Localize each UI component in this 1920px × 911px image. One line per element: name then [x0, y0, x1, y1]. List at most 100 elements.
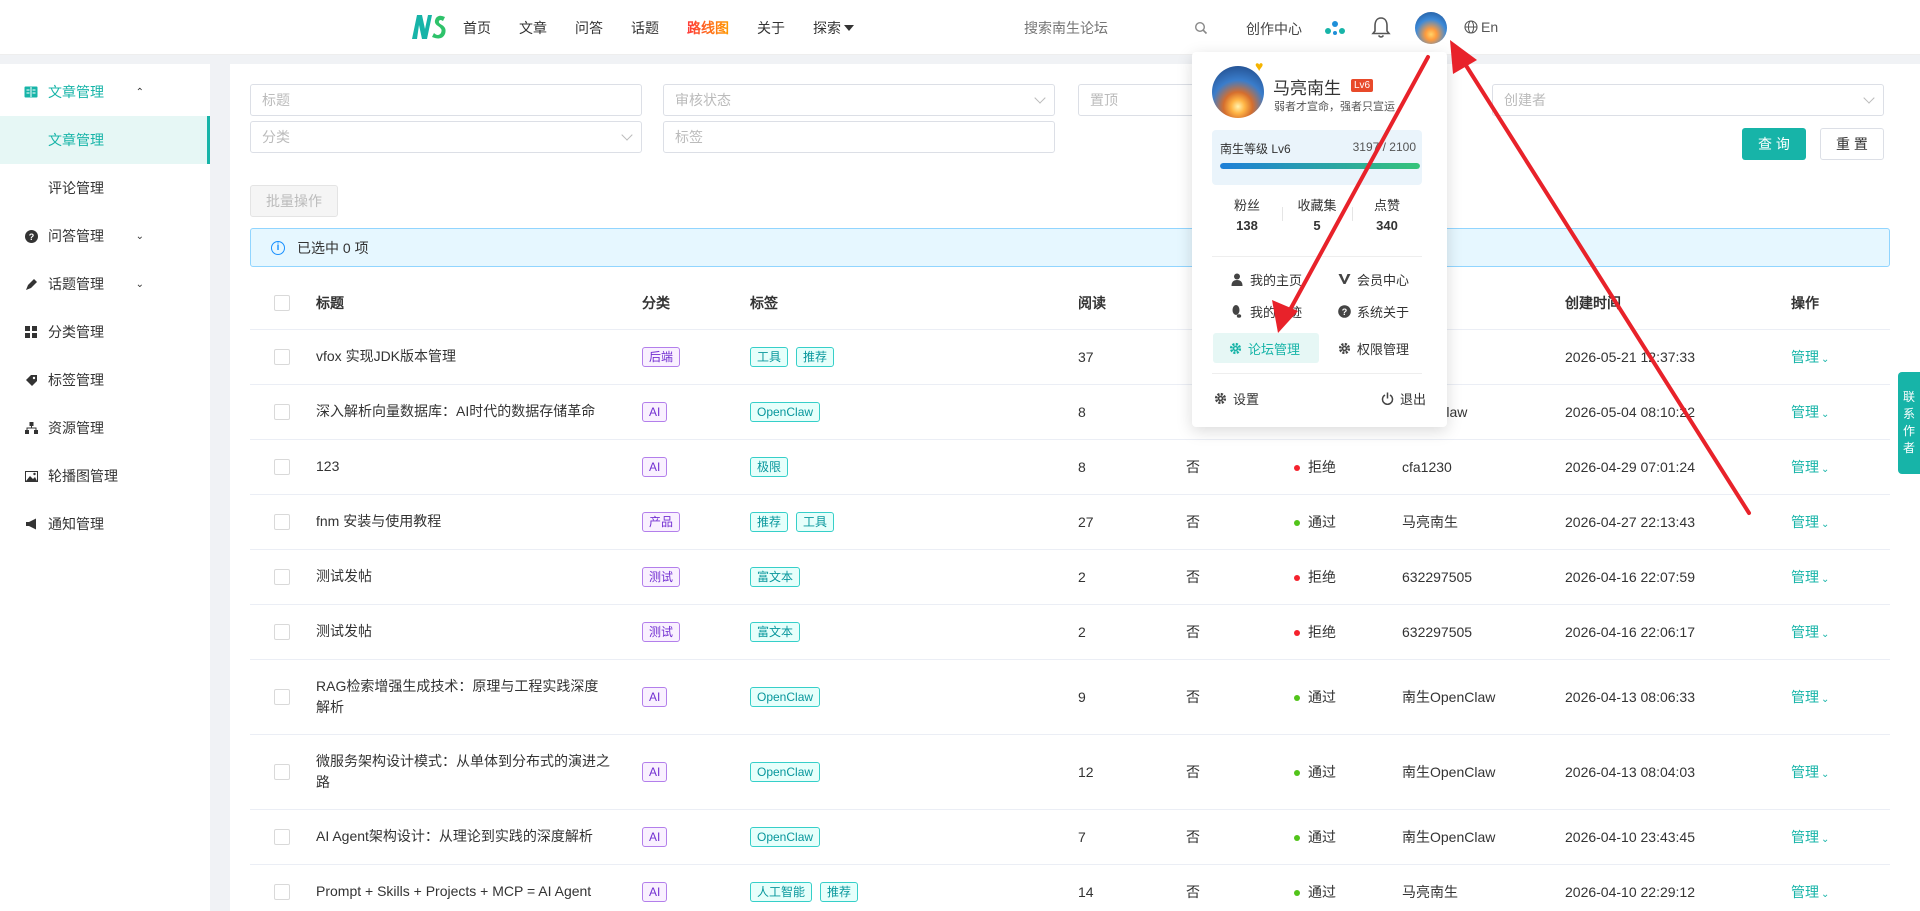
menu-system-about[interactable]: ? 系统关于: [1337, 297, 1409, 325]
nav-roadmap[interactable]: 路线图: [687, 18, 729, 38]
row-checkbox[interactable]: [274, 624, 290, 641]
create-center-link[interactable]: 创作中心: [1246, 19, 1302, 39]
stat-likes[interactable]: 点赞 340: [1352, 195, 1422, 245]
created-time-cell: 2026-04-16 22:06:17: [1565, 604, 1791, 660]
category-select[interactable]: 分类: [250, 121, 642, 153]
table-row: 测试发帖 测试 富文本 2 否拒绝 632297505 2026-04-16 22:07:5…: [250, 549, 1890, 605]
query-button[interactable]: 查 询: [1742, 128, 1806, 160]
row-checkbox[interactable]: [274, 349, 290, 366]
sidebar-subitem-articles[interactable]: 文章管理: [0, 116, 210, 164]
row-checkbox[interactable]: [274, 569, 290, 586]
article-title[interactable]: 测试发帖: [316, 568, 372, 584]
divider: [1212, 256, 1422, 257]
nav-qa[interactable]: 问答: [575, 18, 603, 38]
article-title[interactable]: 123: [316, 458, 339, 474]
title-filter-input[interactable]: 标题: [250, 84, 642, 116]
tag-chip: OpenClaw: [750, 826, 821, 847]
article-title[interactable]: 测试发帖: [316, 623, 372, 639]
row-checkbox[interactable]: [274, 689, 290, 706]
ns-logo[interactable]: [410, 13, 448, 41]
search-input[interactable]: [1024, 20, 1174, 36]
sidebar-item-label: 资源管理: [48, 420, 104, 436]
sidebar-item-article-mgmt[interactable]: 文章管理 ⌃: [0, 68, 210, 116]
sidebar-item-tag-mgmt[interactable]: 标签管理: [0, 356, 210, 404]
views-cell: 9: [1078, 659, 1186, 735]
menu-settings[interactable]: 设置: [1213, 384, 1259, 412]
chevron-down-icon: ⌄: [1821, 888, 1830, 900]
globe-icon: [1464, 20, 1478, 34]
article-title[interactable]: fnm 安装与使用教程: [316, 513, 441, 529]
stat-collections[interactable]: 收藏集 5: [1282, 195, 1352, 245]
sidebar-item-qa-mgmt[interactable]: ? 问答管理 ⌄: [0, 212, 210, 260]
article-title[interactable]: AI Agent架构设计：从理论到实践的深度解析: [316, 828, 593, 844]
article-title[interactable]: vfox 实现JDK版本管理: [316, 348, 456, 364]
stat-fans[interactable]: 粉丝 138: [1212, 195, 1282, 245]
author-cell: 南生OpenClaw: [1402, 734, 1565, 810]
article-title[interactable]: RAG检索增强生成技术：原理与工程实践深度解析: [316, 678, 598, 715]
nav-topics[interactable]: 话题: [631, 18, 659, 38]
menu-my-footprint[interactable]: 我的足迹: [1230, 297, 1302, 325]
menu-my-home[interactable]: 我的主页: [1230, 265, 1302, 293]
batch-action-button[interactable]: 批量操作: [250, 185, 338, 217]
reset-button[interactable]: 重 置: [1820, 128, 1884, 160]
bell-icon[interactable]: [1370, 15, 1392, 39]
search-icon[interactable]: [1194, 21, 1208, 35]
manage-dropdown[interactable]: 管理 ⌄: [1791, 569, 1829, 585]
manage-dropdown[interactable]: 管理 ⌄: [1791, 404, 1829, 420]
header-views[interactable]: 阅读: [1078, 277, 1186, 330]
user-avatar[interactable]: [1415, 12, 1447, 44]
select-all-checkbox[interactable]: [274, 295, 290, 312]
language-switch[interactable]: En: [1464, 19, 1498, 35]
manage-dropdown[interactable]: 管理 ⌄: [1791, 459, 1829, 475]
menu-forum-management[interactable]: 论坛管理: [1213, 333, 1319, 363]
chevron-down-icon: ⌄: [1821, 463, 1830, 475]
stat-value: 340: [1376, 218, 1398, 233]
contact-author-tab[interactable]: 联 系 作 者: [1898, 372, 1920, 474]
tags-input[interactable]: 标签: [663, 121, 1055, 153]
sidebar-item-notice-mgmt[interactable]: 通知管理: [0, 500, 210, 548]
placeholder: 创建者: [1504, 92, 1546, 108]
article-title[interactable]: Prompt + Skills + Projects + MCP = AI Ag…: [316, 883, 591, 899]
row-checkbox[interactable]: [274, 764, 290, 781]
category-chip: AI: [642, 686, 668, 707]
row-checkbox[interactable]: [274, 404, 290, 421]
sidebar-item-category-mgmt[interactable]: 分类管理: [0, 308, 210, 356]
manage-dropdown[interactable]: 管理 ⌄: [1791, 349, 1829, 365]
category-chip: AI: [642, 881, 668, 902]
header-title[interactable]: 标题: [316, 277, 642, 330]
manage-dropdown[interactable]: 管理 ⌄: [1791, 689, 1829, 705]
pin-select[interactable]: 置顶: [1078, 84, 1198, 116]
menu-permission-management[interactable]: 权限管理: [1337, 334, 1409, 362]
nav-articles[interactable]: 文章: [519, 18, 547, 38]
article-title[interactable]: 深入解析向量数据库：AI时代的数据存储革命: [316, 403, 595, 419]
nav-about[interactable]: 关于: [757, 18, 785, 38]
header-created[interactable]: 创建时间: [1565, 277, 1791, 330]
manage-dropdown[interactable]: 管理 ⌄: [1791, 884, 1829, 900]
creator-select[interactable]: 创建者: [1492, 84, 1884, 116]
nav-explore[interactable]: 探索: [813, 18, 854, 38]
row-checkbox[interactable]: [274, 459, 290, 476]
gear-icon: [1213, 391, 1227, 405]
nav-home[interactable]: 首页: [463, 18, 491, 38]
sidebar-item-topic-mgmt[interactable]: 话题管理 ⌄: [0, 260, 210, 308]
manage-dropdown[interactable]: 管理 ⌄: [1791, 624, 1829, 640]
sidebar-subitem-comments[interactable]: 评论管理: [0, 164, 210, 212]
manage-dropdown[interactable]: 管理 ⌄: [1791, 829, 1829, 845]
sidebar-item-carousel-mgmt[interactable]: 轮播图管理: [0, 452, 210, 500]
sidebar-item-resource-mgmt[interactable]: 资源管理: [0, 404, 210, 452]
review-status-select[interactable]: 审核状态: [663, 84, 1055, 116]
manage-label: 管理: [1791, 403, 1819, 420]
manage-dropdown[interactable]: 管理 ⌄: [1791, 514, 1829, 530]
row-checkbox[interactable]: [274, 514, 290, 531]
menu-logout[interactable]: 退出: [1380, 384, 1426, 412]
sidebar: 文章管理 ⌃ 文章管理 评论管理 ? 问答管理 ⌄ 话题管理 ⌄ 分类管理 标签…: [0, 64, 210, 911]
row-checkbox[interactable]: [274, 884, 290, 901]
menu-vip-center[interactable]: 会员中心: [1337, 265, 1409, 293]
vip-icon: [1337, 272, 1351, 286]
language-label: En: [1481, 19, 1499, 35]
article-title[interactable]: 微服务架构设计模式：从单体到分布式的演进之路: [316, 753, 610, 790]
apps-dots-icon[interactable]: [1322, 19, 1348, 37]
manage-dropdown[interactable]: 管理 ⌄: [1791, 764, 1829, 780]
row-checkbox[interactable]: [274, 829, 290, 846]
header-category: 分类: [642, 277, 750, 330]
